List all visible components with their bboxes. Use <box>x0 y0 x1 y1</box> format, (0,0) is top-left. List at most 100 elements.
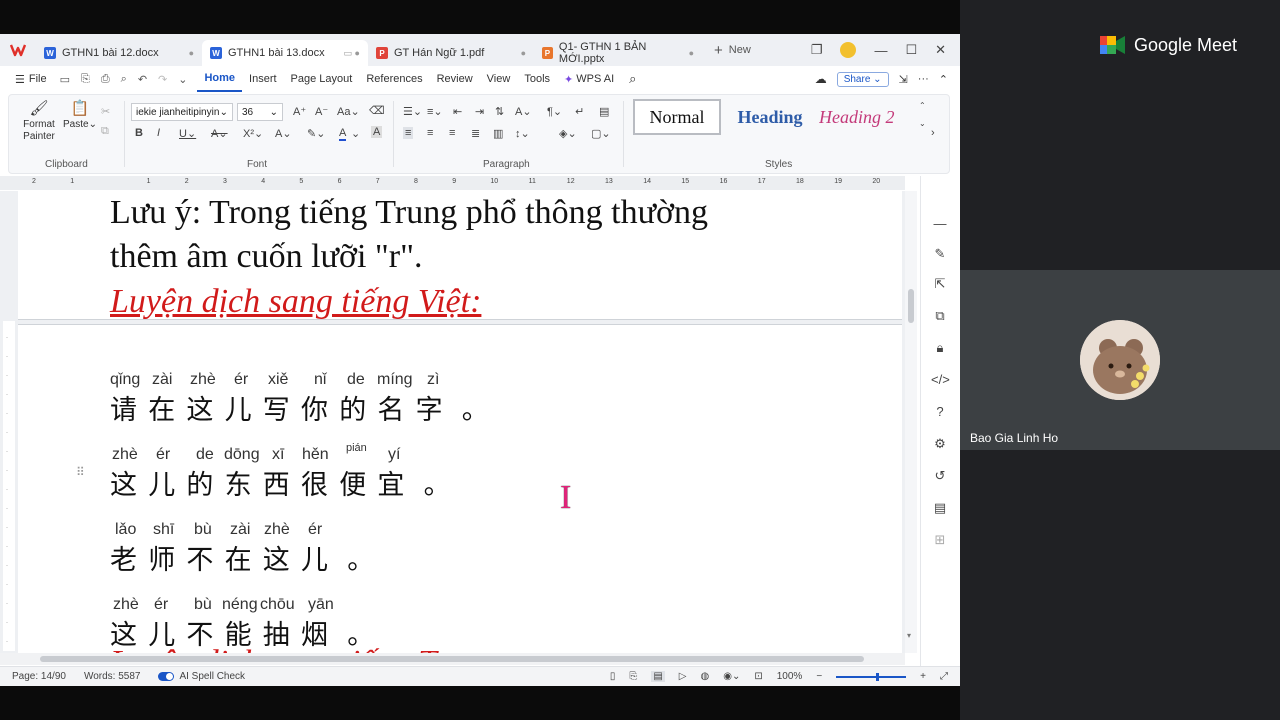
style-heading[interactable]: Heading <box>727 99 813 135</box>
doc-tab-1[interactable]: W GTHN1 bài 13.docx ▭ ● <box>202 40 368 66</box>
close-tab-icon[interactable]: ● <box>189 48 194 58</box>
word-count[interactable]: Words: 5587 <box>84 671 141 682</box>
wps-ai-button[interactable]: ✦ WPS AI <box>557 66 621 92</box>
zoom-in-icon[interactable]: + <box>920 671 926 682</box>
grow-font-icon[interactable]: A⁺ <box>293 105 306 118</box>
redo-icon[interactable]: ↷ <box>158 73 167 86</box>
page-count[interactable]: Page: 14/90 <box>12 671 66 682</box>
lock-icon[interactable]: 🔒︎ <box>931 340 949 356</box>
chevron-up-icon[interactable]: ⌃ <box>919 101 926 110</box>
font-size-select[interactable]: 36 ⌄ <box>237 103 283 121</box>
help-icon[interactable]: ? <box>931 404 949 420</box>
italic-icon[interactable]: I <box>157 127 160 139</box>
tab-stops-icon[interactable]: ▤ <box>599 105 609 118</box>
chevron-down-icon[interactable]: ▾ <box>907 631 911 640</box>
doc-tab-0[interactable]: W GTHN1 bài 12.docx ● <box>36 40 202 66</box>
close-tab-icon[interactable]: ● <box>689 48 694 58</box>
align-right-icon[interactable]: ≡ <box>449 127 455 139</box>
spell-toggle[interactable] <box>158 672 175 681</box>
user-avatar-icon[interactable] <box>840 42 857 58</box>
char-shading-icon[interactable]: A <box>371 126 383 138</box>
align-center-icon[interactable]: ≡ <box>427 127 433 139</box>
chinese-layout-icon[interactable]: A⌄ <box>515 105 532 118</box>
settings-icon[interactable]: ⚙ <box>931 436 949 452</box>
fit-page-icon[interactable]: ⊡ <box>754 671 762 682</box>
eye-icon[interactable]: ◉⌄ <box>723 671 740 682</box>
justify-icon[interactable]: ≣ <box>471 127 480 140</box>
document-page[interactable]: Lưu ý: Trong tiếng Trung phổ thông thườn… <box>18 191 902 653</box>
strikethrough-icon[interactable]: A⌄ <box>211 127 228 140</box>
menu-review[interactable]: Review <box>430 66 480 92</box>
print-preview-icon[interactable]: ⌕ <box>121 73 127 86</box>
pen-icon[interactable]: ✎ <box>931 246 949 262</box>
cloud-sync-icon[interactable]: ☁ <box>815 72 827 86</box>
chevron-down-icon[interactable]: ⌄ <box>178 73 187 86</box>
doc-tab-2[interactable]: P GT Hán Ngữ 1.pdf ● <box>368 40 534 66</box>
play-icon[interactable]: ▷ <box>679 671 687 682</box>
layers-icon[interactable]: ▤ <box>931 500 949 516</box>
shrink-font-icon[interactable]: A⁻ <box>315 105 328 118</box>
bold-icon[interactable]: B <box>135 127 143 139</box>
increase-indent-icon[interactable]: ⇥ <box>475 105 484 118</box>
fullscreen-icon[interactable]: ⤢ <box>940 671 948 682</box>
hscroll-thumb[interactable] <box>40 656 864 662</box>
cut-icon[interactable]: ✂ <box>101 105 110 118</box>
code-icon[interactable]: </> <box>931 372 950 388</box>
highlight-icon[interactable]: ✎⌄ <box>307 127 325 140</box>
zoom-level[interactable]: 100% <box>777 671 803 682</box>
menu-references[interactable]: References <box>359 66 429 92</box>
line-break-icon[interactable]: ↵ <box>575 105 584 118</box>
show-marks-icon[interactable]: ¶⌄ <box>547 105 562 118</box>
save-icon[interactable]: ▭ <box>60 73 70 86</box>
menu-page-layout[interactable]: Page Layout <box>284 66 360 92</box>
underline-icon[interactable]: U⌄ <box>179 127 196 140</box>
export-pdf-icon[interactable]: ⎘ <box>629 671 637 682</box>
monitor-dot-icon[interactable]: ▭ ● <box>344 48 360 59</box>
line-spacing-icon[interactable]: ↕⌄ <box>515 127 530 140</box>
borders-icon[interactable]: ▢⌄ <box>591 127 611 140</box>
new-tab-button[interactable]: + New <box>714 42 751 59</box>
read-mode-icon[interactable]: ▯ <box>610 671 616 682</box>
search-icon[interactable]: ⌕ <box>629 71 636 87</box>
font-name-select[interactable]: iekie jianheitipinyin ⌄ <box>131 103 233 121</box>
print-icon[interactable]: ⎙ <box>101 73 110 86</box>
select-icon[interactable]: ⇱ <box>931 276 949 292</box>
copy-icon[interactable]: ⧉ <box>101 125 109 138</box>
undo-icon[interactable]: ↶ <box>138 73 147 86</box>
format-painter-button[interactable]: 🖌 Format Painter <box>19 101 59 143</box>
drag-handle-icon[interactable]: ⠿ <box>76 465 85 479</box>
shading-icon[interactable]: ◈⌄ <box>559 127 577 140</box>
web-view-icon[interactable]: ◍ <box>701 671 710 682</box>
minimize-icon[interactable]: — <box>874 43 887 58</box>
apps-icon[interactable]: ⊞ <box>931 532 949 548</box>
collapse-ribbon-icon[interactable]: ⌃ <box>939 73 948 86</box>
change-case-icon[interactable]: Aa⌄ <box>337 105 360 118</box>
history-icon[interactable]: ↺ <box>931 468 949 484</box>
chevron-right-icon[interactable]: › <box>931 127 935 139</box>
superscript-icon[interactable]: X²⌄ <box>243 127 263 140</box>
minus-icon[interactable]: — <box>931 216 949 232</box>
share-button[interactable]: Share ⌄ <box>836 71 889 87</box>
wps-logo-icon[interactable] <box>0 34 36 66</box>
clear-format-icon[interactable]: ⌫ <box>369 104 385 117</box>
zoom-slider[interactable] <box>836 672 907 681</box>
menu-view[interactable]: View <box>480 66 518 92</box>
chevron-down-icon[interactable]: ⌄ <box>919 119 926 128</box>
vertical-scrollbar[interactable]: ▾ <box>905 191 917 653</box>
bullets-icon[interactable]: ☰⌄ <box>403 105 422 118</box>
copy-page-icon[interactable]: ⧉ <box>931 308 949 324</box>
font-color-icon[interactable]: A <box>339 127 347 141</box>
export-icon[interactable]: ⎘ <box>81 73 90 86</box>
page-view-icon[interactable]: ▤ <box>651 671 665 682</box>
file-menu[interactable]: ☰ File <box>8 66 54 92</box>
numbering-icon[interactable]: ≡⌄ <box>427 105 443 118</box>
vertical-ruler[interactable]: ·················· <box>3 321 15 651</box>
style-normal[interactable]: Normal <box>633 99 721 135</box>
paste-button[interactable]: 📋 Paste⌄ <box>63 101 97 131</box>
align-left-icon[interactable]: ≡ <box>403 127 414 139</box>
menu-tools[interactable]: Tools <box>517 66 557 92</box>
maximize-icon[interactable]: ☐ <box>905 42 917 58</box>
toolbar-options-icon[interactable]: ⇲ <box>899 73 908 86</box>
doc-tab-3[interactable]: P Q1- GTHN 1 BẢN MỚI.pptx ● <box>534 40 702 66</box>
more-icon[interactable]: ··· <box>918 73 929 85</box>
